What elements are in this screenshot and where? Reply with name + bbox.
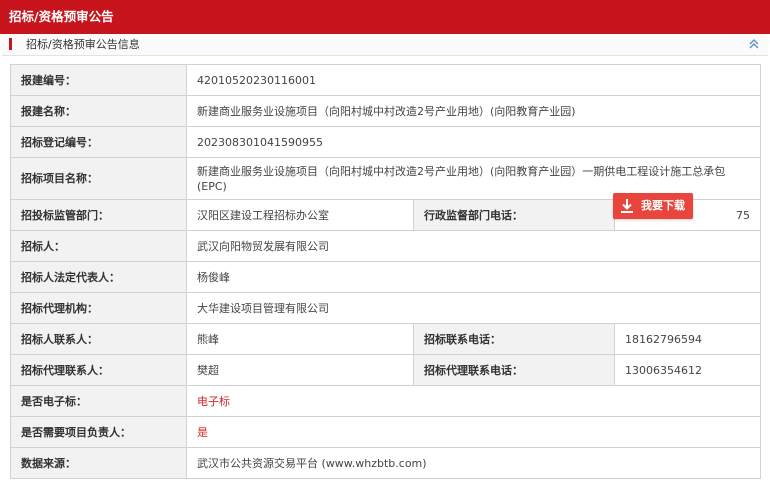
table-row: 是否需要项目负责人： 是 [10,416,762,448]
field-value: 13006354612 [613,354,762,386]
field-label: 招标代理机构： [10,292,187,324]
download-button[interactable]: 我要下载 [613,193,693,219]
table-row: 报建名称： 新建商业服务业设施项目（向阳村城中村改造2号产业用地）(向阳教育产业… [10,95,762,127]
field-label: 招标代理联系人： [10,354,187,386]
field-value: 大华建设项目管理有限公司 [185,292,762,324]
table-row: 是否电子标： 电子标 [10,385,762,417]
field-label: 招投标监管部门： [10,199,187,231]
page-title: 招标/资格预审公告 [9,9,114,24]
table-row: 数据来源： 武汉市公共资源交易平台 (www.whzbtb.com) [10,447,762,479]
field-label: 行政监督部门电话： [413,199,615,231]
field-label: 招标人法定代表人： [10,261,187,293]
field-value: 是 [185,416,762,448]
field-value: 42010520230116001 [185,64,762,96]
table-row: 招标代理联系人： 樊超 招标代理联系电话： 13006354612 [10,354,762,386]
table-row: 报建编号： 42010520230116001 [10,64,762,96]
section-marker [9,38,12,50]
section-title: 招标/资格预审公告信息 [26,38,140,51]
field-value: 樊超 [186,354,414,386]
download-icon [620,198,634,214]
field-label: 招标联系电话： [413,323,615,355]
field-value: 武汉向阳物贸发展有限公司 [185,230,762,262]
download-button-label: 我要下载 [641,199,685,212]
field-value: 熊峰 [186,323,414,355]
info-table: 报建编号： 42010520230116001 报建名称： 新建商业服务业设施项… [10,64,762,479]
table-row: 招标代理机构： 大华建设项目管理有限公司 [10,292,762,324]
header-bar: 招标/资格预审公告 [0,0,770,34]
field-value: 电子标 [185,385,762,417]
field-label: 招标人： [10,230,187,262]
table-row: 招标登记编号： 202308301041590955 [10,126,762,158]
section-header: 招标/资格预审公告信息 [2,34,768,56]
field-label: 招标登记编号： [10,126,187,158]
field-label: 招标代理联系电话： [413,354,615,386]
field-value: 新建商业服务业设施项目（向阳村城中村改造2号产业用地）(向阳教育产业园) [185,95,762,127]
field-value: 杨俊峰 [185,261,762,293]
field-value: 18162796594 [613,323,762,355]
field-label: 报建名称： [10,95,187,127]
field-label: 招标项目名称： [10,157,187,200]
field-label: 招标人联系人： [10,323,187,355]
chevron-double-up-icon[interactable] [748,37,760,51]
field-value: 汉阳区建设工程招标办公室 [186,199,414,231]
field-label: 是否电子标： [10,385,187,417]
field-value: 202308301041590955 [185,126,762,158]
table-row: 招标人联系人： 熊峰 招标联系电话： 18162796594 [10,323,762,355]
field-value: 武汉市公共资源交易平台 (www.whzbtb.com) [185,447,762,479]
field-label: 是否需要项目负责人： [10,416,187,448]
table-row: 招标人法定代表人： 杨俊峰 [10,261,762,293]
table-row: 招标人： 武汉向阳物贸发展有限公司 [10,230,762,262]
field-label: 报建编号： [10,64,187,96]
field-label: 数据来源： [10,447,187,479]
